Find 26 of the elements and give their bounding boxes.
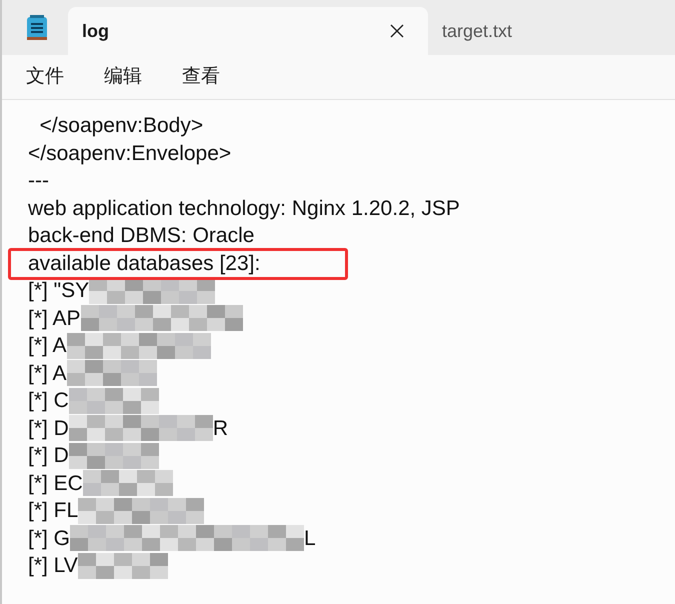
- log-line: [*] G: [28, 526, 70, 552]
- log-line: [*] D: [28, 443, 69, 469]
- log-line: [*] C: [28, 388, 69, 414]
- log-line: </soapenv:Body>: [38, 113, 204, 139]
- log-line: [*] EC: [28, 470, 83, 496]
- log-line: web application technology: Nginx 1.20.2, JSP: [28, 196, 460, 222]
- log-line: available databases [23]:: [28, 250, 260, 276]
- close-icon[interactable]: [390, 24, 404, 38]
- log-line: [*] LV: [28, 553, 78, 579]
- log-line: L: [304, 526, 316, 552]
- tab[interactable]: log: [68, 7, 428, 55]
- log-line: </soapenv:Envelope>: [28, 140, 232, 166]
- log-line: [*] FL: [28, 498, 78, 524]
- log-line: [*] "SY: [28, 278, 90, 304]
- log-line: [*] AP: [28, 306, 81, 332]
- log-line: back-end DBMS: Oracle: [28, 223, 254, 249]
- log-line: [*] D: [28, 416, 69, 442]
- tab[interactable]: target.txt: [428, 7, 526, 55]
- menu-item[interactable]: 查看: [182, 62, 220, 92]
- menu-item[interactable]: 编辑: [104, 62, 142, 92]
- menu-item[interactable]: 文件: [26, 62, 64, 92]
- log-line: [*] A: [28, 360, 67, 386]
- log-line: ---: [28, 168, 49, 194]
- log-line: R: [212, 416, 228, 442]
- notepad-icon: [26, 14, 48, 40]
- log-line: [*] A: [28, 333, 67, 359]
